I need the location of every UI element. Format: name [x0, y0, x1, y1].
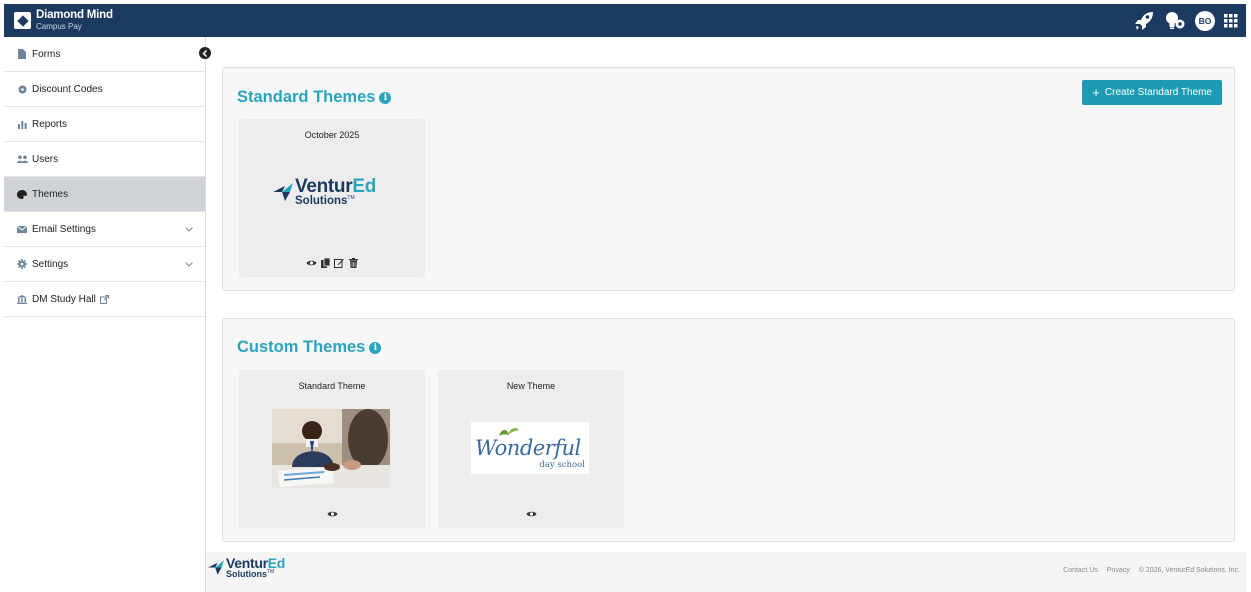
- theme-card-title: October 2025: [304, 130, 360, 140]
- copyright-text: © 2026, VenturEd Solutions, Inc.: [1138, 567, 1240, 574]
- footer-logo[interactable]: VenturEd SolutionsTM: [208, 556, 285, 579]
- avatar[interactable]: BO: [1195, 10, 1215, 31]
- sidebar-item-label: Users: [32, 153, 59, 165]
- chevron-down-icon[interactable]: [185, 259, 193, 270]
- sidebar-item-settings[interactable]: Settings: [4, 247, 205, 282]
- sidebar-item-users[interactable]: Users: [4, 142, 205, 177]
- theme-logo: Wonderful day school: [471, 422, 589, 474]
- palette-icon: [16, 189, 28, 199]
- external-link-icon: [99, 294, 109, 304]
- sidebar-item-label: Settings: [32, 258, 69, 270]
- sidebar-item-reports[interactable]: Reports: [4, 107, 205, 142]
- rocket-icon[interactable]: [1133, 11, 1155, 31]
- eye-icon[interactable]: [306, 257, 317, 268]
- venturEd-leaf-icon: [273, 183, 293, 202]
- gear-icon: [16, 259, 28, 269]
- sidebar-item-email-settings[interactable]: Email Settings: [4, 212, 205, 247]
- theme-card-title: Standard Theme: [298, 381, 366, 391]
- sidebar-item-discount-codes[interactable]: Discount Codes: [4, 72, 205, 107]
- standard-themes-panel: Standard Themes i + Create Standard Them…: [222, 67, 1235, 291]
- document-icon: [16, 49, 28, 59]
- chevron-left-icon: [202, 49, 208, 57]
- sidebar-collapse-button[interactable]: [199, 47, 211, 59]
- brand-logo[interactable]: Diamond Mind Campus Pay: [14, 10, 113, 31]
- settings-bulb-icon[interactable]: [1164, 11, 1186, 31]
- theme-card-standard-theme[interactable]: Standard Theme: [239, 370, 425, 528]
- diamond-icon: [14, 12, 31, 29]
- trash-icon[interactable]: [348, 257, 359, 268]
- sidebar-item-label: Email Settings: [32, 223, 96, 235]
- theme-card-october-2025[interactable]: October 2025 VenturEd SolutionsTM: [239, 119, 425, 277]
- eye-icon[interactable]: [327, 508, 338, 519]
- institution-icon: [16, 294, 28, 304]
- edit-icon[interactable]: [334, 257, 345, 268]
- theme-card-title: New Theme: [506, 381, 556, 391]
- custom-themes-panel: Custom Themes i Standard Theme New Theme…: [222, 318, 1235, 542]
- sidebar-item-themes[interactable]: Themes: [4, 177, 205, 212]
- tag-icon: [16, 85, 28, 94]
- users-icon: [16, 155, 28, 164]
- venturEd-leaf-icon: [208, 560, 224, 575]
- sidebar-item-label: Discount Codes: [32, 83, 103, 95]
- sidebar-item-label: DM Study Hall: [32, 293, 96, 305]
- sidebar-item-label: Reports: [32, 118, 68, 130]
- theme-photo: [272, 409, 390, 488]
- plus-icon: +: [1092, 85, 1100, 100]
- app-grid-icon[interactable]: [1224, 13, 1238, 28]
- bar-chart-icon: [16, 120, 28, 129]
- create-standard-theme-button[interactable]: + Create Standard Theme: [1082, 80, 1222, 105]
- brand-subtitle: Campus Pay: [36, 21, 82, 31]
- envelope-icon: [16, 225, 28, 233]
- sidebar-item-dm-study-hall[interactable]: DM Study Hall: [4, 282, 205, 317]
- brand-name: Diamond Mind: [36, 9, 113, 22]
- sidebar-item-label: Forms: [32, 48, 61, 60]
- footer: VenturEd SolutionsTM Contact Us Privacy …: [206, 552, 1246, 592]
- sidebar-item-forms[interactable]: Forms: [4, 37, 205, 72]
- sidebar: Forms Discount Codes Reports Users Theme…: [4, 37, 206, 592]
- privacy-link[interactable]: Privacy: [1107, 567, 1130, 574]
- theme-logo: VenturEd SolutionsTM: [273, 177, 376, 208]
- info-icon[interactable]: i: [379, 91, 392, 104]
- standard-themes-heading: Standard Themes i: [237, 88, 392, 107]
- copy-icon[interactable]: [320, 257, 331, 268]
- theme-card-new-theme[interactable]: New Theme Wonderful day school: [438, 370, 624, 528]
- sidebar-item-label: Themes: [32, 188, 69, 200]
- top-bar: Diamond Mind Campus Pay BO: [4, 4, 1246, 37]
- custom-themes-heading: Custom Themes i: [237, 338, 382, 357]
- info-icon[interactable]: i: [369, 341, 382, 354]
- contact-us-link[interactable]: Contact Us: [1063, 567, 1098, 574]
- eye-icon[interactable]: [526, 508, 537, 519]
- chevron-down-icon[interactable]: [185, 224, 193, 235]
